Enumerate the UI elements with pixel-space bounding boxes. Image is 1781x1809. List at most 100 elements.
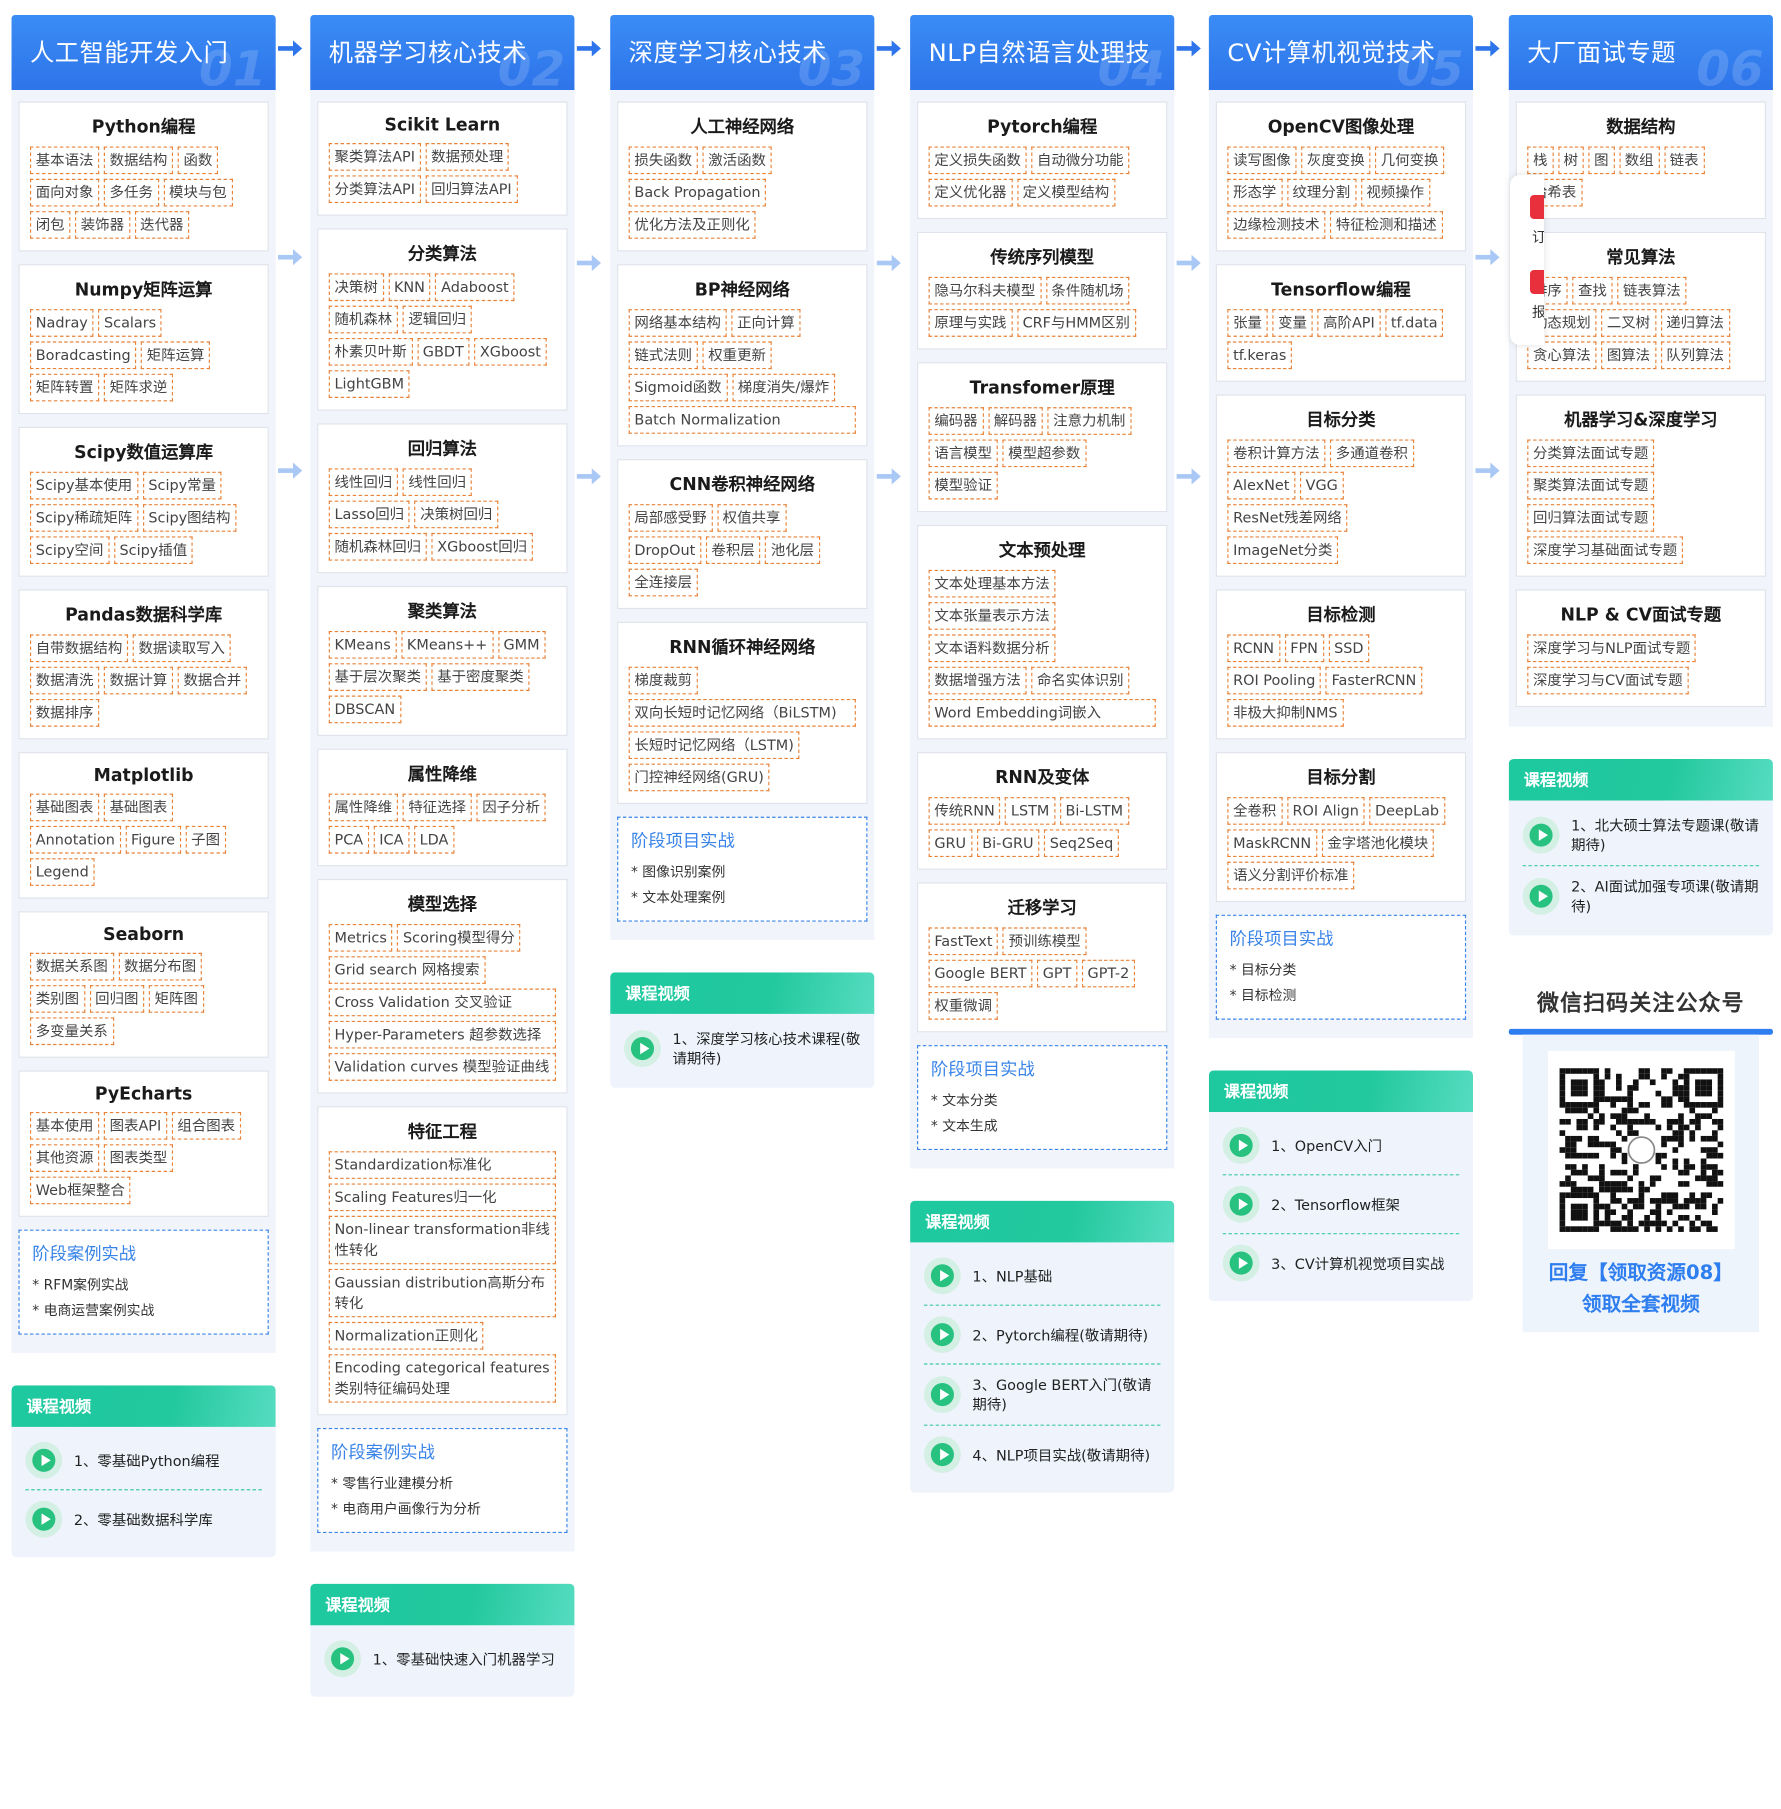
topic-chip[interactable]: 变量 xyxy=(1272,309,1313,337)
topic-chip[interactable]: 注意力机制 xyxy=(1047,407,1132,435)
topic-chip[interactable]: CRF与HMM区别 xyxy=(1016,309,1136,337)
video-item[interactable]: 3、Google BERT入门(敬请期待) xyxy=(923,1365,1161,1426)
topic-chip[interactable]: 自带数据结构 xyxy=(29,634,129,663)
topic-chip[interactable]: Scipy图结构 xyxy=(142,504,237,532)
topic-chip[interactable]: Adaboost xyxy=(435,273,515,302)
topic-chip[interactable]: 预训练模型 xyxy=(1002,927,1087,956)
topic-chip[interactable]: 查找 xyxy=(1572,276,1613,305)
topic-chip[interactable]: 基础图表 xyxy=(103,793,174,822)
topic-chip[interactable]: 组合图表 xyxy=(171,1111,241,1140)
topic-chip[interactable]: 装饰器 xyxy=(74,211,130,239)
video-title[interactable]: 1、OpenCV入门 xyxy=(1271,1136,1382,1156)
topic-chip[interactable]: 链表算法 xyxy=(1617,276,1687,305)
topic-chip[interactable]: ResNet残差网络 xyxy=(1227,504,1348,532)
topic-chip[interactable]: 池化层 xyxy=(765,536,820,565)
topic-chip[interactable]: 灰度变换 xyxy=(1301,146,1371,175)
topic-chip[interactable]: 张量 xyxy=(1227,309,1268,337)
topic-chip[interactable]: Back Propagation xyxy=(628,178,767,207)
video-title[interactable]: 3、Google BERT入门(敬请期待) xyxy=(972,1375,1160,1414)
play-icon[interactable] xyxy=(1222,1126,1260,1164)
topic-chip[interactable]: 聚类算法面试专题 xyxy=(1527,471,1655,500)
topic-chip[interactable]: 原理与实践 xyxy=(928,309,1013,337)
topic-chip[interactable]: Cross Validation 交叉验证 xyxy=(328,988,556,1017)
play-icon[interactable] xyxy=(624,1030,661,1067)
video-item[interactable]: 2、零基础数据科学库 xyxy=(25,1490,261,1548)
topic-chip[interactable]: DropOut xyxy=(628,536,702,565)
topic-chip[interactable]: 传统RNN xyxy=(928,797,1001,825)
video-title[interactable]: 2、零基础数据科学库 xyxy=(74,1509,213,1529)
topic-chip[interactable]: 数据排序 xyxy=(29,699,100,727)
topic-chip[interactable]: 回归图 xyxy=(89,985,145,1013)
topic-chip[interactable]: Bi-LSTM xyxy=(1059,797,1129,825)
topic-chip[interactable]: 深度学习与CV面试专题 xyxy=(1527,666,1689,695)
topic-chip[interactable]: Seq2Seq xyxy=(1044,829,1120,858)
play-icon[interactable] xyxy=(1522,877,1560,915)
topic-chip[interactable]: 全卷积 xyxy=(1227,797,1283,825)
topic-chip[interactable]: FPN xyxy=(1284,634,1324,663)
topic-chip[interactable]: 基本语法 xyxy=(29,146,100,175)
topic-chip[interactable]: 逻辑回归 xyxy=(402,305,472,334)
topic-chip[interactable]: 栈 xyxy=(1527,146,1554,175)
video-item[interactable]: 3、CV计算机视觉项目实战 xyxy=(1222,1234,1459,1292)
topic-chip[interactable]: 迭代器 xyxy=(134,211,190,239)
topic-chip[interactable]: 贪心算法 xyxy=(1527,341,1597,370)
topic-chip[interactable]: 面向对象 xyxy=(29,178,100,207)
video-title[interactable]: 1、零基础Python编程 xyxy=(74,1451,220,1471)
topic-chip[interactable]: 自动微分功能 xyxy=(1031,146,1130,175)
topic-chip[interactable]: Annotation xyxy=(29,825,121,854)
topic-chip[interactable]: XGboost xyxy=(474,337,547,366)
topic-chip[interactable]: Scipy插值 xyxy=(113,536,193,565)
topic-chip[interactable]: 决策树 xyxy=(328,273,384,302)
topic-chip[interactable]: 特征选择 xyxy=(402,793,472,822)
topic-chip[interactable]: 数据关系图 xyxy=(29,952,114,981)
topic-chip[interactable]: MaskRCNN xyxy=(1227,829,1317,858)
play-icon[interactable] xyxy=(324,1640,362,1678)
topic-chip[interactable]: 几何变换 xyxy=(1375,146,1445,175)
topic-chip[interactable]: 基于层次聚类 xyxy=(328,663,427,691)
topic-chip[interactable]: tf.data xyxy=(1385,309,1444,337)
play-icon[interactable] xyxy=(923,1316,961,1354)
topic-chip[interactable]: 子图 xyxy=(185,825,226,854)
topic-chip[interactable]: 损失函数 xyxy=(628,146,698,175)
topic-chip[interactable]: Bi-GRU xyxy=(976,829,1040,858)
video-item[interactable]: 2、AI面试加强专项课(敬请期待) xyxy=(1522,866,1759,926)
topic-chip[interactable]: Grid search 网格搜索 xyxy=(328,956,486,984)
topic-chip[interactable]: 卷积计算方法 xyxy=(1227,439,1326,468)
topic-chip[interactable]: 数据读取写入 xyxy=(132,634,231,663)
topic-chip[interactable]: 树 xyxy=(1557,146,1584,175)
video-item[interactable]: 2、Pytorch编程(敬请期待) xyxy=(923,1306,1161,1365)
topic-chip[interactable]: Scipy基本使用 xyxy=(29,471,138,500)
topic-chip[interactable]: 卷积层 xyxy=(705,536,761,565)
topic-chip[interactable]: 朴素贝叶斯 xyxy=(328,337,413,366)
topic-chip[interactable]: 数据预处理 xyxy=(425,143,510,171)
stage-header[interactable]: NLP自然语言处理技 04 xyxy=(910,14,1175,90)
side-float-panel[interactable]: 订 报 xyxy=(1510,175,1544,345)
topic-chip[interactable]: Gaussian distribution高斯分布转化 xyxy=(328,1268,556,1318)
video-title[interactable]: 1、深度学习核心技术课程(敬请期待) xyxy=(672,1029,860,1068)
topic-chip[interactable]: 图表类型 xyxy=(103,1144,174,1172)
topic-chip[interactable]: LightGBM xyxy=(328,370,410,398)
topic-chip[interactable]: Boradcasting xyxy=(29,341,137,370)
topic-chip[interactable]: GRU xyxy=(928,829,972,858)
topic-chip[interactable]: 因子分析 xyxy=(476,793,546,822)
side-label-2[interactable]: 报 xyxy=(1532,302,1544,322)
topic-chip[interactable]: 矩阵运算 xyxy=(140,341,211,370)
video-title[interactable]: 2、Pytorch编程(敬请期待) xyxy=(972,1325,1148,1345)
topic-chip[interactable]: VGG xyxy=(1299,471,1344,500)
stage-header[interactable]: 深度学习核心技术 03 xyxy=(610,14,875,90)
topic-chip[interactable]: PCA xyxy=(328,825,369,854)
topic-chip[interactable]: 链表 xyxy=(1663,146,1705,175)
topic-chip[interactable]: 多通道卷积 xyxy=(1330,439,1414,468)
topic-chip[interactable]: 数据结构 xyxy=(103,146,174,175)
topic-chip[interactable]: ROI Align xyxy=(1286,797,1365,825)
video-title[interactable]: 4、NLP项目实战(敬请期待) xyxy=(972,1445,1150,1465)
video-title[interactable]: 1、NLP基础 xyxy=(972,1266,1052,1286)
video-item[interactable]: 1、深度学习核心技术课程(敬请期待) xyxy=(624,1019,860,1079)
topic-chip[interactable]: Google BERT xyxy=(928,959,1033,988)
topic-chip[interactable]: Hyper-Parameters 超参数选择 xyxy=(328,1020,556,1049)
topic-chip[interactable]: 局部感受野 xyxy=(628,504,713,532)
topic-chip[interactable]: 基础图表 xyxy=(29,793,100,822)
topic-chip[interactable]: 闭包 xyxy=(29,211,71,239)
topic-chip[interactable]: 随机森林 xyxy=(328,305,398,334)
topic-chip[interactable]: 数据分布图 xyxy=(118,952,202,981)
